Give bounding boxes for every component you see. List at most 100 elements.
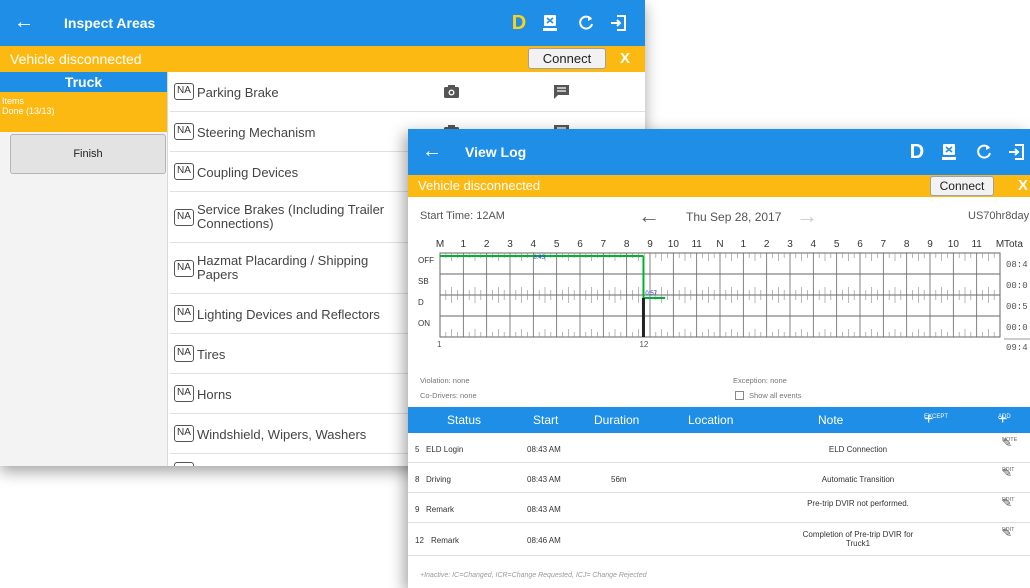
inspection-sidebar: Truck Items Done (13/13) Finish xyxy=(0,72,168,466)
hour-tick-label: M xyxy=(436,239,444,250)
items-summary[interactable]: Items Done (13/13) xyxy=(0,92,167,132)
log-date: Thu Sep 28, 2017 xyxy=(686,210,782,224)
row-status: Remark xyxy=(426,505,455,514)
driving-duration-label: 0:57 xyxy=(645,291,657,297)
item-label: Steering Mechanism xyxy=(197,125,316,140)
item-label: Service Brakes (Including Trailer Connec… xyxy=(197,202,385,231)
hour-tick-label: 7 xyxy=(601,239,607,250)
camera-icon[interactable] xyxy=(444,85,459,98)
hour-tick-label: 11 xyxy=(971,239,982,250)
hour-tick-label: 5 xyxy=(554,239,560,250)
status-legend-footnote: +Inactive: IC=Changed, ICR=Change Reques… xyxy=(420,572,647,579)
row-note: ELD Connection xyxy=(828,445,888,454)
na-toggle[interactable]: NA xyxy=(174,123,194,140)
connect-button[interactable]: Connect xyxy=(528,48,606,69)
back-arrow-icon[interactable]: ← xyxy=(422,140,442,163)
back-arrow-icon[interactable]: ← xyxy=(14,11,34,34)
hour-tick-label: 5 xyxy=(834,239,840,250)
logout-icon[interactable] xyxy=(1004,138,1030,166)
below-left-label: 1 xyxy=(437,340,442,349)
row-status: ELD Login xyxy=(426,445,464,454)
row-total: 08:4 xyxy=(1006,260,1028,270)
device-icon[interactable] xyxy=(936,138,962,166)
vehicle-disconnected-banner: Vehicle disconnected Connect X xyxy=(408,175,1030,197)
row-label: D xyxy=(418,298,424,307)
show-all-events-label: Show all events xyxy=(749,391,802,400)
dismiss-banner-button[interactable]: X xyxy=(1018,177,1028,194)
hour-tick-label: 2 xyxy=(484,239,490,250)
na-toggle[interactable]: NA xyxy=(174,305,194,322)
log-graph[interactable]: M 1 2 3 4 5 6 7 8 9 10 11 N 1 2 3 4 5 6 7 8 9 10 11 M TotaOFF 08:4… xyxy=(408,233,1030,399)
na-toggle[interactable]: NA xyxy=(174,163,194,180)
viewlog-app-bar: ← View Log D xyxy=(408,129,1030,175)
total-header: Tota xyxy=(1004,239,1023,250)
hour-tick-label: 4 xyxy=(531,239,537,250)
hour-tick-label: 10 xyxy=(668,239,680,250)
row-status: Driving xyxy=(426,475,451,484)
show-all-events-checkbox[interactable] xyxy=(735,391,744,400)
na-toggle[interactable]: NA xyxy=(174,345,194,362)
table-row[interactable]: 5 ELD Login 08:43 AM ELD Connection ✎ NOT… xyxy=(408,434,1030,463)
row-action-label: EDIT xyxy=(1002,527,1015,533)
item-label: Parking Brake xyxy=(197,85,279,100)
item-label: Lighting Devices and Reflectors xyxy=(197,307,380,322)
hour-tick-label: 11 xyxy=(691,239,702,250)
hour-tick-label: 9 xyxy=(647,239,653,250)
row-action-label: EDIT xyxy=(1002,467,1015,473)
na-toggle[interactable]: NA xyxy=(174,425,194,442)
hour-tick-label: 3 xyxy=(787,239,793,250)
row-status: Remark xyxy=(431,536,460,545)
table-row[interactable]: 8 Driving 08:43 AM 56m Automatic Transit… xyxy=(408,464,1030,493)
previous-day-arrow-icon[interactable]: ← xyxy=(638,203,660,229)
duty-status-button[interactable]: D xyxy=(506,9,532,37)
row-label: OFF xyxy=(418,256,434,265)
row-total: 00:5 xyxy=(1006,302,1028,312)
item-label: Tires xyxy=(197,347,226,362)
page-title: View Log xyxy=(465,144,527,160)
na-toggle[interactable]: NA xyxy=(174,83,194,100)
disconnected-text: Vehicle disconnected xyxy=(418,178,541,193)
row-duration: 56m xyxy=(611,475,627,484)
row-note: Pre-trip DVIR not performed. xyxy=(807,499,909,508)
table-row[interactable]: 9 Remark 08:43 AM Pre-trip DVIR not perf… xyxy=(408,494,1030,523)
item-label: Coupling Devices xyxy=(197,165,299,180)
row-number: 5 xyxy=(415,445,420,454)
connect-button[interactable]: Connect xyxy=(930,176,994,196)
refresh-icon[interactable] xyxy=(971,138,997,166)
hour-tick-label: 8 xyxy=(904,239,910,250)
na-toggle[interactable]: NA xyxy=(174,260,194,277)
items-label: Items xyxy=(2,96,25,106)
item-label: Horns xyxy=(197,387,232,402)
col-status: Status xyxy=(447,413,482,427)
hour-tick-label: 1 xyxy=(741,239,747,250)
events-table-header: Status Start Duration Location Note + EX… xyxy=(408,407,1030,433)
off-duty-duration-label: 8:43 xyxy=(533,255,545,261)
view-log-window: ← View Log D Vehicle disconnected Connec… xyxy=(408,129,1030,588)
na-toggle[interactable]: NA xyxy=(174,385,194,402)
section-truck[interactable]: Truck xyxy=(0,72,167,92)
below-mid-label: 12 xyxy=(639,340,648,349)
item-label: Hazmat Placarding / Shipping Papers xyxy=(197,253,369,282)
col-note: Note xyxy=(818,413,844,427)
device-icon[interactable] xyxy=(537,9,563,37)
table-row[interactable]: 12 Remark 08:46 AM Completion of Pre-tri… xyxy=(408,524,1030,556)
dismiss-banner-button[interactable]: X xyxy=(620,50,630,67)
finish-button[interactable]: Finish xyxy=(10,134,166,174)
row-total: 00:0 xyxy=(1006,323,1028,333)
na-toggle[interactable] xyxy=(174,462,194,466)
cycle-rule: US70hr8day xyxy=(968,210,1030,222)
refresh-icon[interactable] xyxy=(573,9,599,37)
col-duration: Duration xyxy=(594,413,640,427)
hour-tick-label: 2 xyxy=(764,239,770,250)
row-total: 00:0 xyxy=(1006,281,1028,291)
next-day-arrow-icon[interactable]: → xyxy=(796,203,818,229)
logout-icon[interactable] xyxy=(606,9,632,37)
hour-tick-label: 1 xyxy=(461,239,467,250)
row-start: 08:43 AM xyxy=(527,475,561,484)
na-toggle[interactable]: NA xyxy=(174,209,194,226)
inspect-app-bar: ← Inspect Areas D xyxy=(0,0,645,46)
list-item[interactable]: NA Parking Brake xyxy=(170,72,645,112)
duty-status-button[interactable]: D xyxy=(904,138,930,166)
note-icon[interactable] xyxy=(554,85,569,99)
row-label: SB xyxy=(418,277,429,286)
